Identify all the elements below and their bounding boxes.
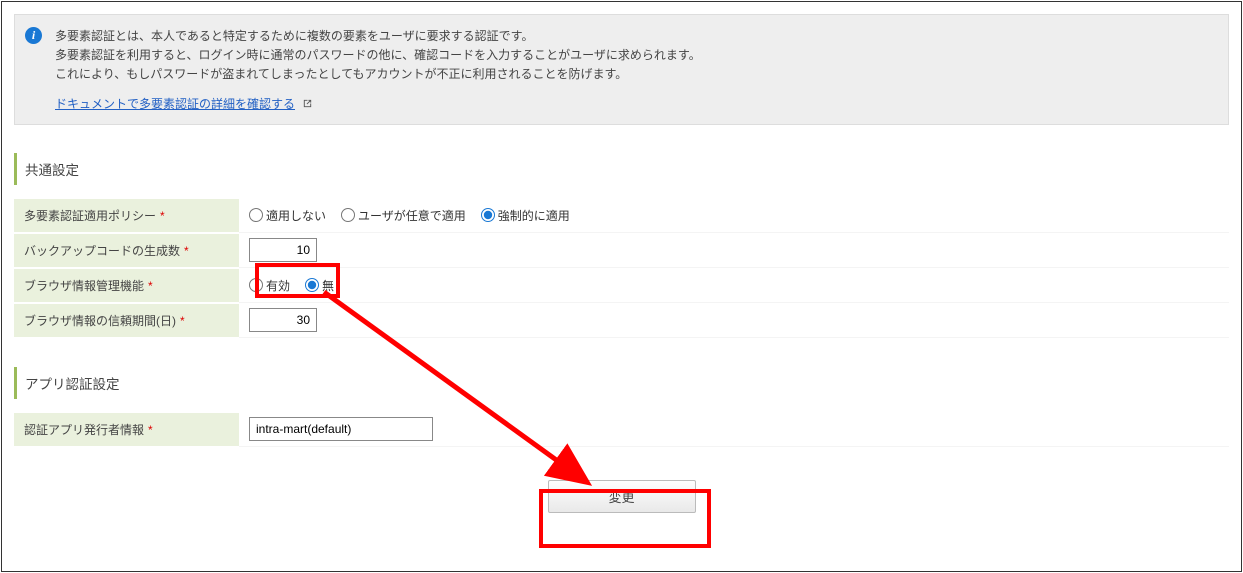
info-box: 多要素認証とは、本人であると特定するために複数の要素をユーザに要求する認証です。… — [14, 14, 1229, 125]
info-icon — [25, 27, 42, 44]
main-panel: 多要素認証とは、本人であると特定するために複数の要素をユーザに要求する認証です。… — [1, 1, 1242, 572]
row-browser-mgmt: ブラウザ情報管理機能* 有効 無 — [14, 269, 1229, 304]
doc-link-row: ドキュメントで多要素認証の詳細を確認する — [55, 95, 1216, 112]
radio-policy-user[interactable]: ユーザが任意で適用 — [341, 207, 466, 224]
backup-count-cell — [239, 234, 1229, 268]
submit-button[interactable]: 変更 — [548, 480, 696, 513]
row-issuer: 認証アプリ発行者情報* — [14, 413, 1229, 448]
required-mark: * — [184, 244, 189, 258]
label-issuer: 認証アプリ発行者情報* — [14, 413, 239, 447]
backup-count-input[interactable] — [249, 238, 317, 262]
label-policy: 多要素認証適用ポリシー* — [14, 199, 239, 233]
policy-radios: 適用しない ユーザが任意で適用 強制的に適用 — [239, 199, 1229, 233]
label-browser-mgmt: ブラウザ情報管理機能* — [14, 269, 239, 303]
external-link-icon — [302, 98, 313, 109]
radio-policy-force[interactable]: 強制的に適用 — [481, 207, 570, 224]
radio-browser-enable[interactable]: 有効 — [249, 277, 290, 294]
info-text: 多要素認証とは、本人であると特定するために複数の要素をユーザに要求する認証です。… — [55, 27, 1216, 85]
required-mark: * — [160, 209, 165, 223]
info-line2: 多要素認証を利用すると、ログイン時に通常のパスワードの他に、確認コードを入力する… — [55, 46, 1216, 65]
submit-area: 変更 — [14, 480, 1229, 513]
section-app-title: アプリ認証設定 — [14, 367, 1229, 399]
required-mark: * — [148, 423, 153, 437]
required-mark: * — [148, 279, 153, 293]
label-trust-days: ブラウザ情報の信頼期間(日)* — [14, 304, 239, 338]
required-mark: * — [180, 314, 185, 328]
row-trust-days: ブラウザ情報の信頼期間(日)* — [14, 304, 1229, 339]
section-common-title: 共通設定 — [14, 153, 1229, 185]
radio-policy-none[interactable]: 適用しない — [249, 207, 326, 224]
issuer-input[interactable] — [249, 417, 433, 441]
info-line1: 多要素認証とは、本人であると特定するために複数の要素をユーザに要求する認証です。 — [55, 27, 1216, 46]
issuer-cell — [239, 413, 1229, 447]
row-policy: 多要素認証適用ポリシー* 適用しない ユーザが任意で適用 強制的に適用 — [14, 199, 1229, 234]
browser-mgmt-radios: 有効 無 — [239, 269, 1229, 303]
trust-days-input[interactable] — [249, 308, 317, 332]
label-backup-count: バックアップコードの生成数* — [14, 234, 239, 268]
row-backup-count: バックアップコードの生成数* — [14, 234, 1229, 269]
doc-link[interactable]: ドキュメントで多要素認証の詳細を確認する — [55, 97, 295, 111]
info-line3: これにより、もしパスワードが盗まれてしまったとしてもアカウントが不正に利用される… — [55, 65, 1216, 84]
radio-browser-disable[interactable]: 無 — [305, 277, 334, 294]
trust-days-cell — [239, 304, 1229, 338]
